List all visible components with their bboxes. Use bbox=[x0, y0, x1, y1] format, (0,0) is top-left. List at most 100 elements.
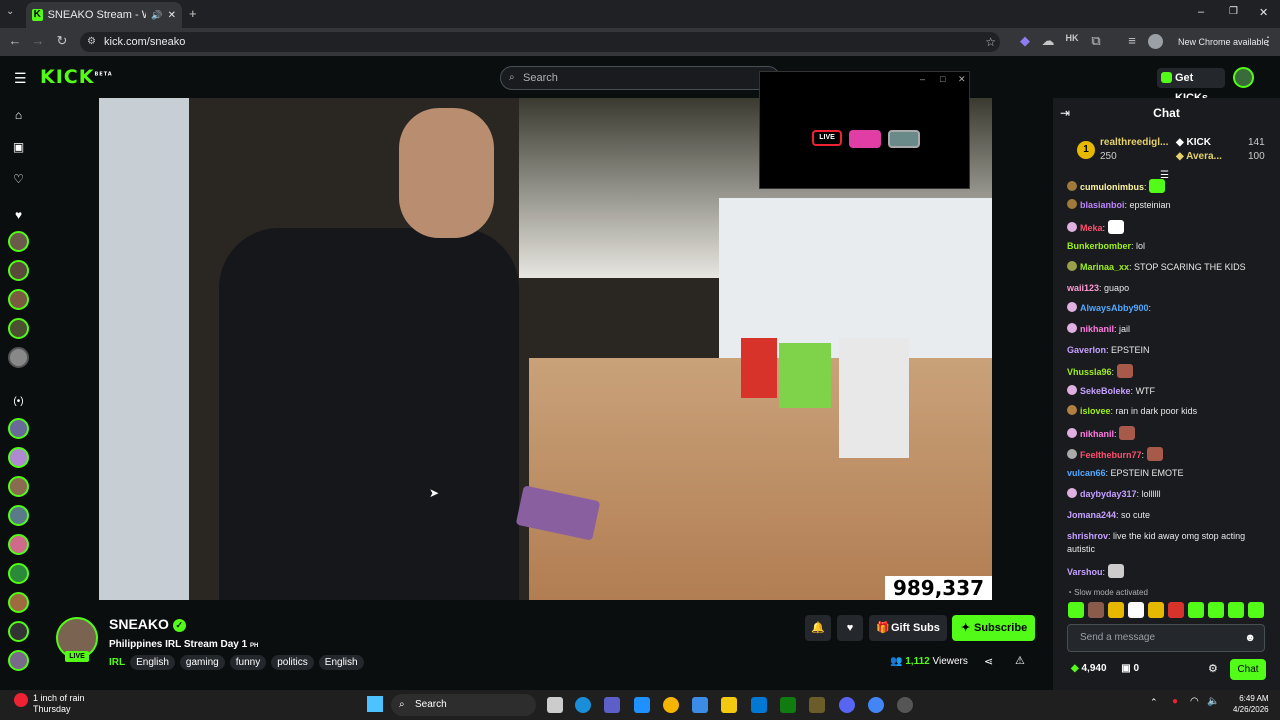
chat-username[interactable]: Jomana244 bbox=[1067, 510, 1116, 520]
followed-channel-avatar[interactable] bbox=[8, 260, 29, 281]
store-icon[interactable] bbox=[692, 697, 708, 713]
extension-cloud-icon[interactable]: ☁ bbox=[1040, 33, 1056, 49]
tag[interactable]: funny bbox=[229, 655, 267, 670]
new-chrome-label[interactable]: New Chrome available bbox=[1178, 37, 1269, 47]
site-info-icon[interactable]: ⚙ bbox=[87, 32, 96, 52]
forward-icon[interactable]: → bbox=[30, 33, 46, 48]
xbox-icon[interactable] bbox=[780, 697, 796, 713]
audio-icon[interactable]: 🔊 bbox=[151, 10, 162, 21]
notification-bell-button[interactable]: 🔔 bbox=[805, 615, 831, 641]
minimize-icon[interactable]: – bbox=[1198, 6, 1204, 18]
emote-button[interactable] bbox=[1248, 602, 1264, 618]
emote-button[interactable] bbox=[1228, 602, 1244, 618]
emote-button[interactable] bbox=[1128, 602, 1144, 618]
browser-tab[interactable]: K SNEAKO Stream - Watch Li 🔊 ✕ bbox=[26, 2, 182, 28]
chat-username[interactable]: Vhussla96 bbox=[1067, 367, 1112, 377]
microphone-icon[interactable]: ● bbox=[1172, 696, 1178, 707]
task-view-icon[interactable] bbox=[547, 697, 563, 713]
emote-button[interactable] bbox=[1088, 602, 1104, 618]
channel-name[interactable]: SNEAKO ✓ bbox=[109, 616, 186, 632]
profile-avatar[interactable] bbox=[1148, 34, 1163, 49]
recommended-channel-avatar[interactable] bbox=[8, 447, 29, 468]
obs-icon[interactable] bbox=[897, 697, 913, 713]
tag[interactable]: English bbox=[130, 655, 175, 670]
maximize-icon[interactable]: ❐ bbox=[1229, 6, 1238, 17]
pip-close-icon[interactable]: ✕ bbox=[958, 74, 966, 85]
weather-icon[interactable] bbox=[14, 693, 28, 707]
hamburger-menu-icon[interactable]: ☰ bbox=[14, 70, 27, 87]
search-input[interactable]: ⌕ Search bbox=[500, 66, 780, 90]
emote-button[interactable] bbox=[1168, 602, 1184, 618]
pip-minimize-icon[interactable]: – bbox=[920, 74, 925, 84]
report-icon[interactable]: ⚠ bbox=[1015, 654, 1025, 667]
emote-button[interactable] bbox=[1208, 602, 1224, 618]
subscribe-button[interactable]: ✦ Subscribe bbox=[952, 615, 1035, 641]
emote-button[interactable] bbox=[1148, 602, 1164, 618]
taskbar-search[interactable]: ⌕ Search bbox=[391, 694, 536, 716]
emote-button[interactable] bbox=[1068, 602, 1084, 618]
bookmark-star-icon[interactable]: ☆ bbox=[985, 32, 996, 52]
emote-button[interactable] bbox=[1108, 602, 1124, 618]
back-icon[interactable]: ← bbox=[7, 33, 23, 48]
chat-username[interactable]: Bunkerbomber bbox=[1067, 241, 1131, 251]
tag[interactable]: politics bbox=[271, 655, 314, 670]
get-kicks-button[interactable]: Get KICKs bbox=[1157, 68, 1225, 104]
chat-username[interactable]: shrishrov bbox=[1067, 531, 1108, 541]
chat-username[interactable]: waii123 bbox=[1067, 283, 1099, 293]
chrome-active-icon[interactable] bbox=[868, 697, 884, 713]
recommended-channel-avatar[interactable] bbox=[8, 563, 29, 584]
extension-icon[interactable]: ◆ bbox=[1017, 33, 1033, 49]
chat-username[interactable]: daybyday317 bbox=[1080, 489, 1137, 499]
taskbar-clock[interactable]: 6:49 AM 4/26/2026 bbox=[1233, 693, 1269, 715]
followed-channel-avatar[interactable] bbox=[8, 289, 29, 310]
teams-icon[interactable] bbox=[604, 697, 620, 713]
tab-search-icon[interactable]: ⌄ bbox=[6, 6, 14, 17]
windows-start-icon[interactable] bbox=[367, 696, 383, 712]
browse-icon[interactable]: ▣ bbox=[10, 140, 27, 157]
chat-username[interactable]: vulcan66 bbox=[1067, 468, 1106, 478]
app-c-icon[interactable] bbox=[751, 697, 767, 713]
edge-icon[interactable] bbox=[575, 697, 591, 713]
tab-close-icon[interactable]: ✕ bbox=[168, 10, 176, 21]
emote-button[interactable] bbox=[1188, 602, 1204, 618]
chat-username[interactable]: blasianboi bbox=[1080, 200, 1125, 210]
volume-icon[interactable]: 🔈 bbox=[1207, 696, 1219, 707]
chat-username[interactable]: SekeBoleke bbox=[1080, 386, 1131, 396]
gift-subs-button[interactable]: 🎁 Gift Subs bbox=[869, 615, 947, 641]
user-avatar[interactable] bbox=[1233, 67, 1254, 88]
chrome-menu-icon[interactable]: ⋮ bbox=[1262, 34, 1274, 48]
tray-overflow-icon[interactable]: ⌃ bbox=[1150, 697, 1158, 708]
address-bar[interactable]: ⚙ kick.com/sneako ☆ bbox=[80, 32, 1000, 52]
gift-leaderboard[interactable]: 1 realthreedigl... 250 ◆ KICK ◆ Avera...… bbox=[1066, 133, 1266, 169]
chat-username[interactable]: nikhanil bbox=[1080, 324, 1114, 334]
chrome-taskbar-icon[interactable] bbox=[663, 697, 679, 713]
chat-username[interactable]: islovee bbox=[1080, 406, 1111, 416]
chat-username[interactable]: Feeltheburn77 bbox=[1080, 450, 1142, 460]
recommended-channel-avatar[interactable] bbox=[8, 476, 29, 497]
category-link[interactable]: IRL bbox=[109, 655, 125, 670]
reload-icon[interactable]: ↻ bbox=[54, 33, 70, 49]
followed-channel-avatar[interactable] bbox=[8, 347, 29, 368]
chat-username[interactable]: Varshou bbox=[1067, 567, 1103, 577]
chat-username[interactable]: Meka bbox=[1080, 223, 1103, 233]
send-chat-button[interactable]: Chat bbox=[1230, 659, 1266, 680]
recommended-channel-avatar[interactable] bbox=[8, 505, 29, 526]
chat-username[interactable]: Marinaa_xx bbox=[1080, 262, 1129, 272]
followed-channel-avatar[interactable] bbox=[8, 318, 29, 339]
window-close-icon[interactable]: ✕ bbox=[1259, 6, 1268, 19]
extension-hk-icon[interactable]: HK bbox=[1064, 33, 1080, 43]
new-tab-icon[interactable]: + bbox=[189, 6, 197, 21]
discord-taskbar-icon[interactable] bbox=[839, 697, 855, 713]
home-icon[interactable]: ⌂ bbox=[10, 108, 27, 125]
pip-maximize-icon[interactable]: □ bbox=[940, 74, 945, 84]
recommended-channel-avatar[interactable] bbox=[8, 418, 29, 439]
share-icon[interactable]: ⋖ bbox=[984, 655, 993, 668]
wifi-icon[interactable]: ◠ bbox=[1190, 696, 1199, 707]
weather-widget[interactable]: 1 inch of rain Thursday bbox=[33, 693, 85, 715]
following-heart-icon[interactable]: ♡ bbox=[10, 172, 27, 189]
recommended-channel-avatar[interactable] bbox=[8, 650, 29, 671]
followed-channel-avatar[interactable] bbox=[8, 231, 29, 252]
kick-logo[interactable]: KICKBETA bbox=[40, 66, 113, 88]
file-explorer-icon[interactable] bbox=[721, 697, 737, 713]
picture-in-picture-window[interactable]: – □ ✕ LIVE bbox=[759, 71, 970, 189]
